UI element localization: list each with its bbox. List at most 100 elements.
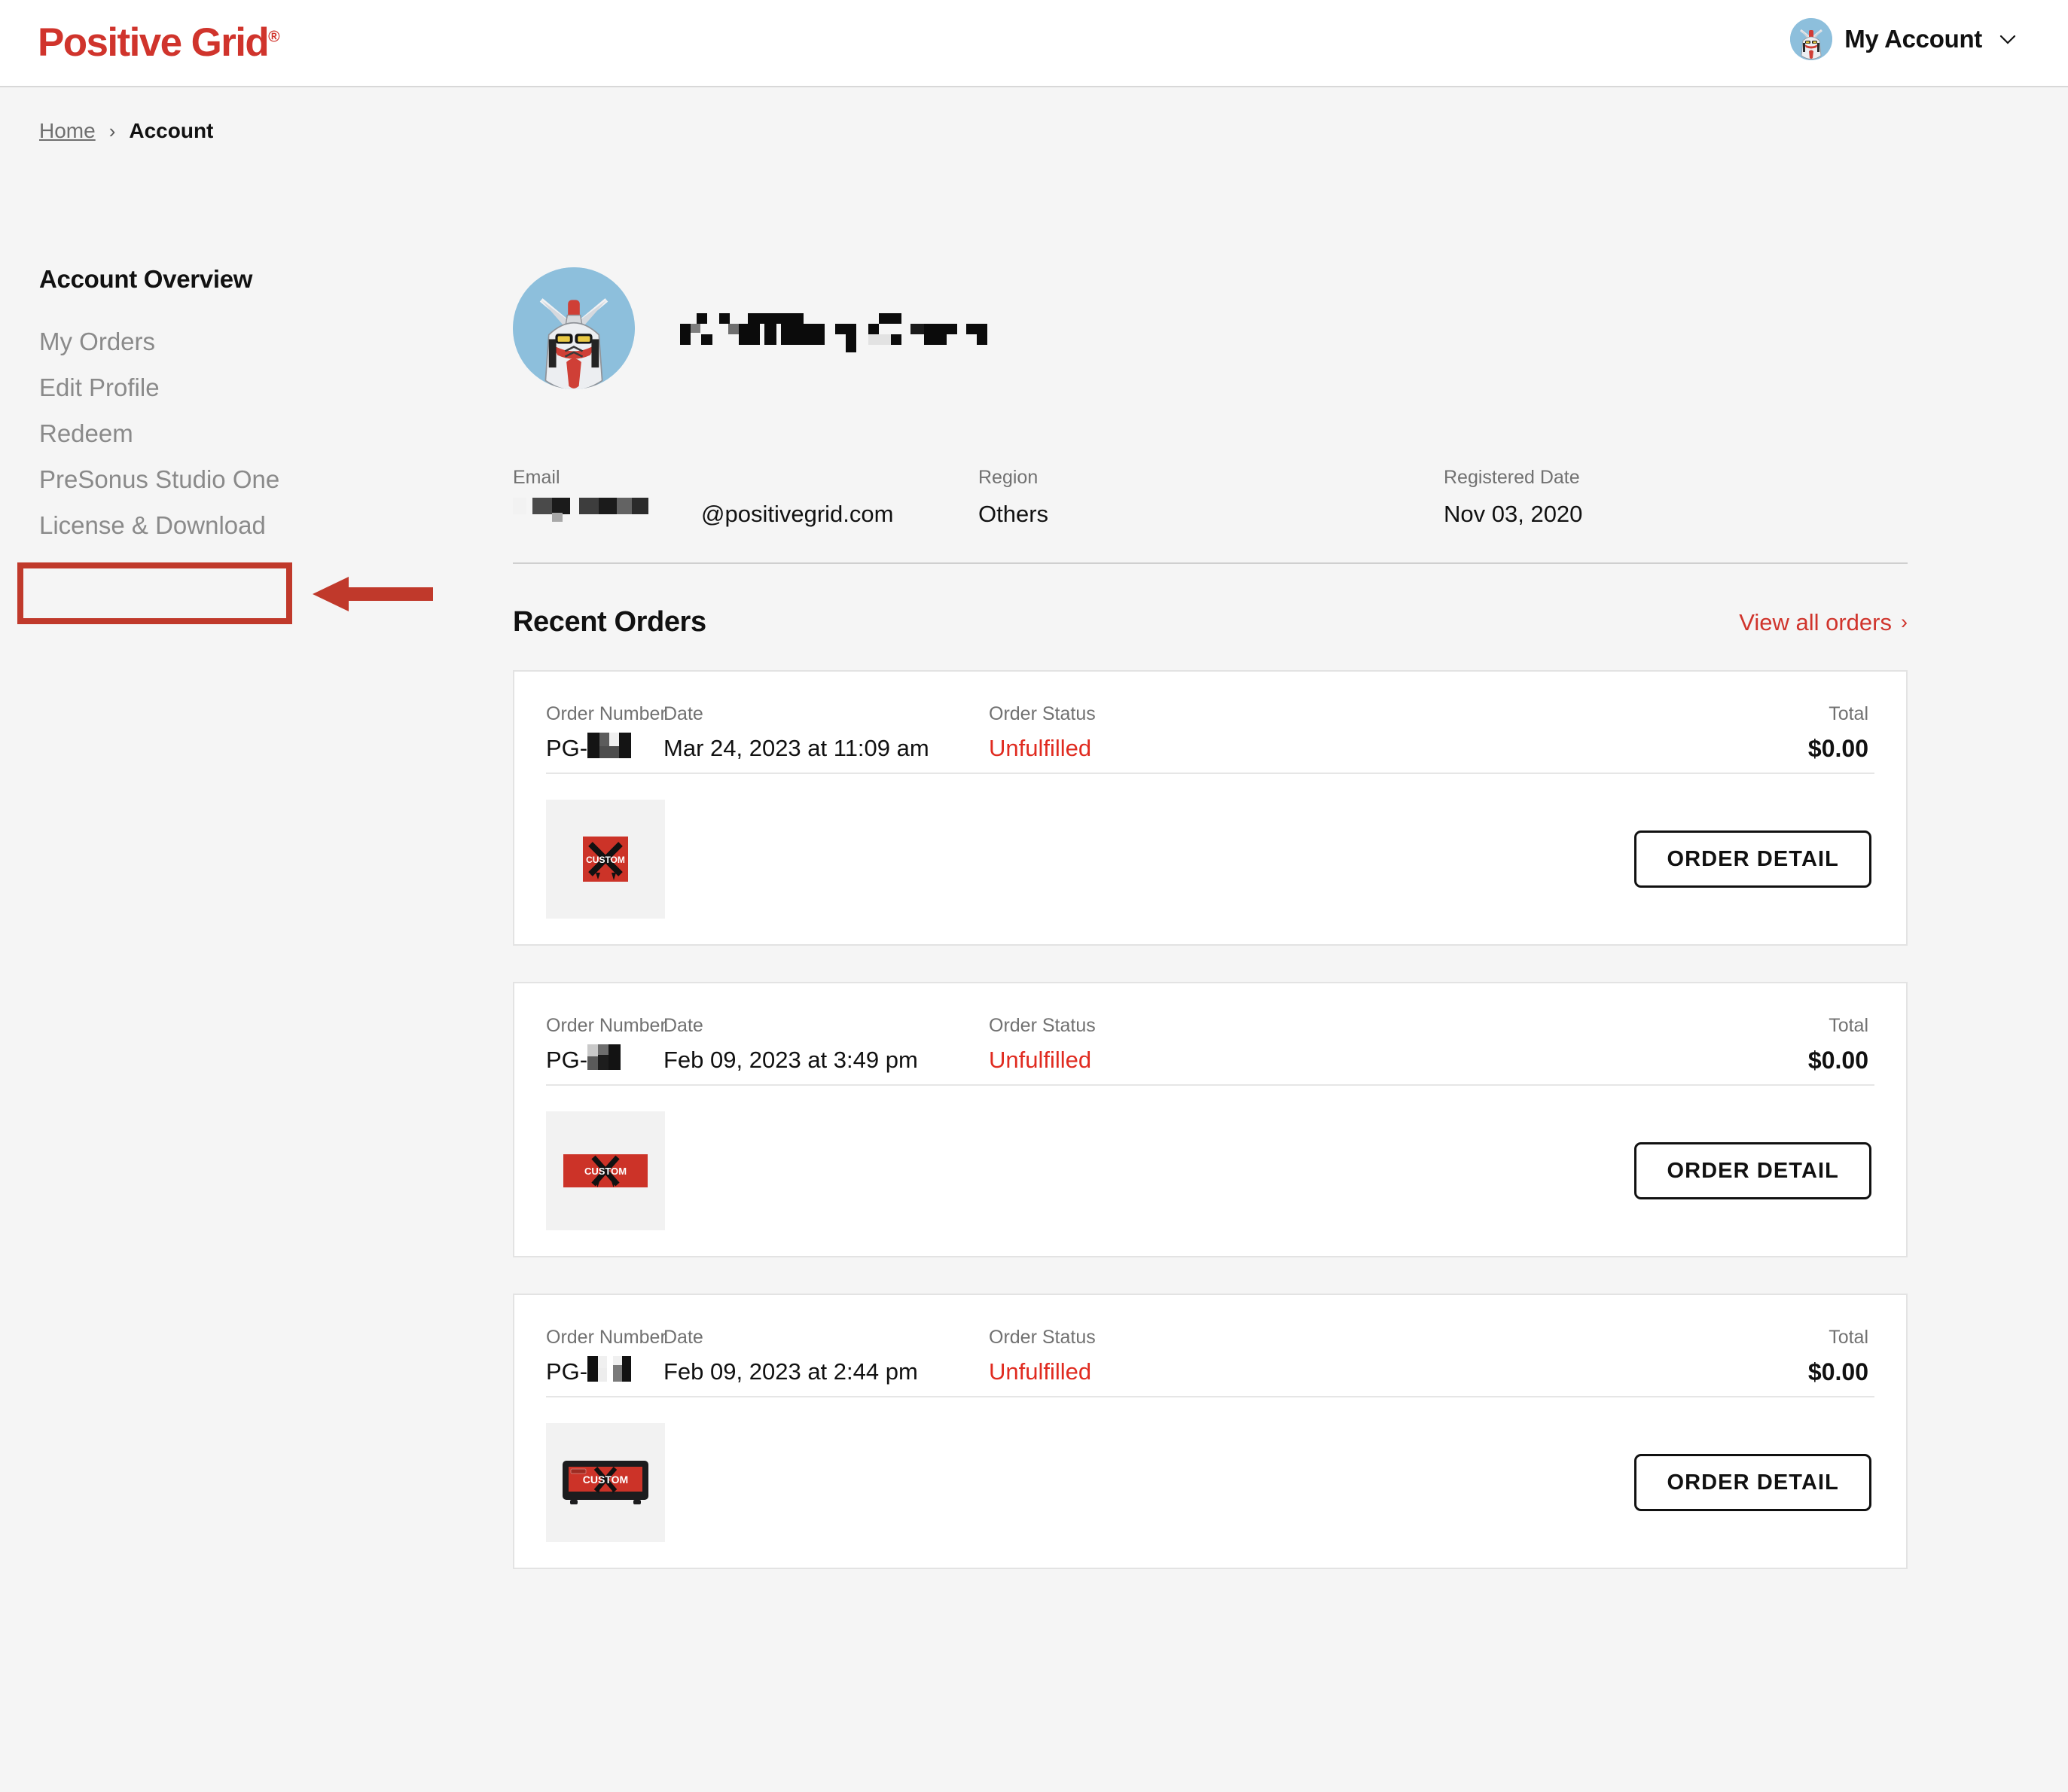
- account-main-panel: Email @positivegrid.com Region Others Re…: [513, 265, 1908, 1605]
- profile-field-registered-date: Registered Date Nov 03, 2020: [1444, 467, 1582, 528]
- sidebar-item-redeem[interactable]: Redeem: [39, 410, 133, 456]
- order-number-prefix: PG-: [546, 735, 588, 761]
- order-card[interactable]: Order Number PG- Date Feb 09, 2023 at 2:…: [513, 1294, 1908, 1569]
- order-number-value: PG-: [546, 731, 663, 766]
- order-number-cell: Order Number PG-: [546, 703, 666, 766]
- order-total-label: Total: [1829, 1327, 1868, 1348]
- order-card[interactable]: Order Number PG- Date: [513, 982, 1908, 1257]
- order-number-value: PG-: [546, 1355, 663, 1389]
- status-badge: Unfulfilled: [989, 1358, 1092, 1385]
- product-thumbnail: CUSTOM: [546, 1423, 665, 1542]
- redacted-name-blocks: [680, 313, 987, 355]
- gundam-avatar-icon-large: [513, 267, 635, 389]
- gundam-avatar-icon: [1790, 18, 1833, 60]
- order-number-cell: Order Number PG-: [546, 1327, 666, 1389]
- order-total-label: Total: [1829, 703, 1868, 724]
- recent-orders-title: Recent Orders: [513, 606, 706, 638]
- order-date-label: Date: [663, 1015, 703, 1036]
- order-product-row: CUSTOM ORDER DETAIL: [514, 774, 1906, 944]
- profile-field-email: Email @positivegrid.com: [513, 467, 978, 528]
- order-status-label: Order Status: [989, 703, 1096, 724]
- product-thumbnail: CUSTOM: [546, 1111, 665, 1230]
- svg-text:CUSTOM: CUSTOM: [586, 855, 625, 865]
- order-status-cell: Order Status Unfulfilled: [989, 1015, 1695, 1074]
- order-total-value: $0.00: [1807, 1046, 1868, 1074]
- avatar: [1790, 18, 1833, 60]
- custom-square-badge-icon: CUSTOM: [583, 837, 628, 882]
- breadcrumb: Home › Account: [39, 119, 213, 143]
- order-date-value: Feb 09, 2023 at 2:44 pm: [663, 1358, 918, 1385]
- order-status-label: Order Status: [989, 1015, 1096, 1036]
- order-number-prefix: PG-: [546, 1047, 588, 1073]
- breadcrumb-separator-icon: ›: [108, 119, 116, 142]
- breadcrumb-home-link[interactable]: Home: [39, 119, 96, 143]
- sidebar-heading: Account Overview: [39, 265, 253, 293]
- registered-date-value: Nov 03, 2020: [1444, 501, 1583, 527]
- order-detail-button[interactable]: ORDER DETAIL: [1634, 1454, 1871, 1511]
- order-summary-row: Order Number PG- Date Feb 09, 2023 at 2:…: [514, 1295, 1906, 1396]
- redacted-email-blocks: [513, 492, 701, 528]
- email-value: @positivegrid.com: [513, 498, 978, 528]
- email-domain-text: @positivegrid.com: [701, 501, 894, 527]
- order-detail-button[interactable]: ORDER DETAIL: [1634, 830, 1871, 888]
- profile-meta-row: Email @positivegrid.com Region Others Re…: [513, 467, 1908, 564]
- order-detail-button[interactable]: ORDER DETAIL: [1634, 1142, 1871, 1199]
- order-status-cell: Order Status Unfulfilled: [989, 703, 1695, 763]
- sidebar-item-license-and-download[interactable]: License & Download: [39, 502, 266, 548]
- my-account-label: My Account: [1844, 25, 1982, 53]
- order-summary-row: Order Number PG- Date: [514, 983, 1906, 1084]
- order-number-label: Order Number: [546, 1015, 666, 1036]
- logo-wordmark: Positive Grid: [38, 20, 270, 65]
- order-card[interactable]: Order Number PG- Date: [513, 670, 1908, 946]
- order-total-cell: Total $0.00: [1695, 703, 1868, 763]
- order-total-cell: Total $0.00: [1695, 1015, 1868, 1074]
- order-product-row: CUSTOM ORDER DETAIL: [514, 1397, 1906, 1568]
- order-status-label: Order Status: [989, 1327, 1096, 1348]
- order-date-cell: Date Mar 24, 2023 at 11:09 am: [663, 703, 989, 763]
- registered-date-label: Registered Date: [1444, 467, 1580, 488]
- svg-text:CUSTOM: CUSTOM: [583, 1474, 628, 1486]
- order-number-cell: Order Number PG-: [546, 1015, 666, 1077]
- redacted-order-number-blocks: [587, 1355, 643, 1389]
- order-date-value: Mar 24, 2023 at 11:09 am: [663, 735, 929, 761]
- order-number-label: Order Number: [546, 1327, 666, 1348]
- order-date-label: Date: [663, 703, 703, 724]
- status-badge: Unfulfilled: [989, 1047, 1092, 1073]
- annotation-highlight-box: [17, 562, 292, 624]
- sidebar-item-presonus-studio-one[interactable]: PreSonus Studio One: [39, 456, 279, 502]
- region-value: Others: [978, 501, 1049, 527]
- redacted-order-number-blocks: [587, 1043, 634, 1077]
- sidebar-item-edit-profile[interactable]: Edit Profile: [39, 364, 160, 410]
- chevron-down-icon: [1999, 30, 2017, 48]
- order-number-label: Order Number: [546, 703, 666, 724]
- order-total-value: $0.00: [1807, 1358, 1868, 1385]
- order-total-cell: Total $0.00: [1695, 1327, 1868, 1386]
- status-badge: Unfulfilled: [989, 735, 1092, 761]
- order-date-label: Date: [663, 1327, 703, 1348]
- region-label: Region: [978, 467, 1039, 488]
- account-sidebar: Account Overview My Orders Edit Profile …: [39, 265, 506, 548]
- order-date-cell: Date Feb 09, 2023 at 3:49 pm: [663, 1015, 989, 1074]
- annotation-arrow-icon: [313, 577, 433, 611]
- registered-trademark-icon: ®: [268, 28, 280, 46]
- positive-grid-logo[interactable]: Positive Grid®: [38, 20, 280, 66]
- profile-header: [513, 265, 1908, 392]
- recent-orders-header: Recent Orders View all orders ›: [513, 606, 1908, 638]
- sidebar-item-my-orders[interactable]: My Orders: [39, 318, 155, 364]
- email-label: Email: [513, 467, 560, 488]
- redacted-order-number-blocks: [587, 731, 640, 766]
- chevron-right-icon: ›: [1901, 611, 1908, 633]
- custom-wide-banner-icon: CUSTOM: [563, 1154, 648, 1187]
- profile-display-name: [679, 307, 1025, 355]
- top-header-bar: Positive Grid® My Account: [0, 0, 2068, 87]
- my-account-menu[interactable]: My Account: [1790, 18, 2017, 60]
- profile-avatar: [513, 267, 635, 389]
- svg-text:CUSTOM: CUSTOM: [584, 1166, 627, 1177]
- order-status-cell: Order Status Unfulfilled: [989, 1327, 1695, 1386]
- order-date-cell: Date Feb 09, 2023 at 2:44 pm: [663, 1327, 989, 1386]
- profile-field-region: Region Others: [978, 467, 1444, 528]
- custom-amp-head-icon: CUSTOM: [563, 1461, 648, 1504]
- order-total-value: $0.00: [1807, 734, 1868, 762]
- view-all-orders-link[interactable]: View all orders ›: [1739, 609, 1908, 636]
- breadcrumb-current-page: Account: [129, 119, 214, 142]
